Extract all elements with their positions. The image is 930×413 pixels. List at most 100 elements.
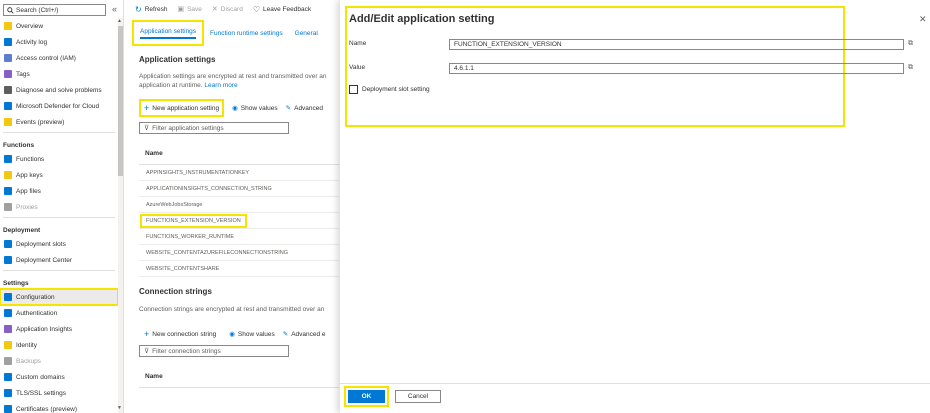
- filter-conn-strings-input[interactable]: ⊽ Filter connection strings: [139, 345, 289, 357]
- panel-footer-divider: [340, 383, 930, 384]
- sidebar-item-label: Overview: [16, 22, 44, 30]
- setting-name[interactable]: WEBSITE_CONTENTSHARE: [146, 266, 219, 272]
- sidebar-item-app-files[interactable]: App files: [0, 183, 118, 199]
- tab-general[interactable]: General: [289, 20, 324, 46]
- sidebar-item-certificates-preview[interactable]: Certificates (preview): [0, 401, 118, 413]
- sidebar-item-diagnose-and-solve-problems[interactable]: Diagnose and solve problems: [0, 82, 118, 98]
- table-row[interactable]: WEBSITE_CONTENTAZUREFILECONNECTIONSTRING: [139, 245, 339, 261]
- app-settings-description: Application settings are encrypted at re…: [139, 72, 339, 90]
- tab-function-runtime-settings[interactable]: Function runtime settings: [204, 20, 289, 46]
- settings-tabs: Application settings Function runtime se…: [132, 20, 324, 46]
- conn-strings-commandbar: + New connection string ◉ Show values ✎ …: [139, 327, 326, 341]
- setting-name[interactable]: FUNCTIONS_EXTENSION_VERSION: [140, 213, 247, 228]
- ok-button[interactable]: OK: [348, 390, 385, 403]
- deployment-slot-setting[interactable]: Deployment slot setting: [349, 85, 430, 94]
- sidebar-item-label: TLS/SSL settings: [16, 389, 66, 397]
- advanced-label: Advanced e: [291, 330, 326, 338]
- sidebar-item-tls-ssl-settings[interactable]: TLS/SSL settings: [0, 385, 118, 401]
- sidebar-item-identity[interactable]: Identity: [0, 337, 118, 353]
- setting-name[interactable]: APPLICATIONINSIGHTS_CONNECTION_STRING: [146, 186, 272, 192]
- table-row[interactable]: APPLICATIONINSIGHTS_CONNECTION_STRING: [139, 181, 339, 197]
- setting-name[interactable]: FUNCTIONS_WORKER_RUNTIME: [146, 234, 234, 240]
- lightbulb-icon: [4, 325, 12, 333]
- scrollbar-thumb[interactable]: [118, 26, 123, 176]
- setting-name[interactable]: WEBSITE_CONTENTAZUREFILECONNECTIONSTRING: [146, 250, 288, 256]
- refresh-label: Refresh: [144, 5, 168, 13]
- cancel-button[interactable]: Cancel: [395, 390, 441, 403]
- app-settings-commandbar: + New application setting ◉ Show values …: [139, 99, 323, 117]
- save-icon: ▣: [177, 6, 185, 13]
- sidebar-item-custom-domains[interactable]: Custom domains: [0, 369, 118, 385]
- section-divider: [3, 132, 115, 133]
- table-row[interactable]: AzureWebJobsStorage: [139, 197, 339, 213]
- table-row[interactable]: WEBSITE_CONTENTSHARE: [139, 261, 339, 277]
- sidebar-item-app-keys[interactable]: App keys: [0, 167, 118, 183]
- sidebar-item-microsoft-defender-for-cloud[interactable]: Microsoft Defender for Cloud: [0, 98, 118, 114]
- new-connection-string-button[interactable]: + New connection string: [139, 327, 221, 341]
- setting-name[interactable]: APPINSIGHTS_INSTRUMENTATIONKEY: [146, 170, 249, 176]
- key-icon: [4, 171, 12, 179]
- table-row[interactable]: APPINSIGHTS_INSTRUMENTATIONKEY: [139, 165, 339, 181]
- copy-icon[interactable]: ⧉: [908, 40, 913, 48]
- sidebar-item-backups[interactable]: Backups: [0, 353, 118, 369]
- sidebar-item-authentication[interactable]: Authentication: [0, 305, 118, 321]
- setting-name[interactable]: AzureWebJobsStorage: [146, 202, 202, 208]
- person-icon: [4, 309, 12, 317]
- search-placeholder: Search (Ctrl+/): [16, 6, 59, 14]
- learn-more-link[interactable]: Learn more: [204, 82, 237, 89]
- sidebar-nav: Overview Activity log Access control (IAM)…: [0, 18, 119, 413]
- tab-label: Application settings: [140, 28, 197, 39]
- conn-show-values-button[interactable]: ◉ Show values: [229, 330, 275, 339]
- sidebar-item-tags[interactable]: Tags: [0, 66, 118, 82]
- conn-advanced-edit-button[interactable]: ✎ Advanced e: [283, 330, 326, 339]
- sidebar-item-label: Diagnose and solve problems: [16, 86, 102, 94]
- section-heading: Deployment: [3, 227, 41, 234]
- new-application-setting-button[interactable]: + New application setting: [139, 99, 225, 117]
- filter-icon: ⊽: [144, 348, 150, 355]
- sidebar-item-access-control-iam[interactable]: Access control (IAM): [0, 50, 118, 66]
- save-button[interactable]: ▣ Save: [177, 5, 201, 14]
- sidebar-item-label: Access control (IAM): [16, 54, 76, 62]
- search-input[interactable]: Search (Ctrl+/): [3, 4, 106, 16]
- heart-icon: ♡: [252, 4, 261, 14]
- close-icon[interactable]: ✕: [919, 14, 927, 25]
- sidebar-item-proxies[interactable]: Proxies: [0, 199, 118, 215]
- sidebar-item-activity-log[interactable]: Activity log: [0, 34, 118, 50]
- table-row[interactable]: FUNCTIONS_WORKER_RUNTIME: [139, 229, 339, 245]
- sidebar-item-application-insights[interactable]: Application Insights: [0, 321, 118, 337]
- leave-feedback-button[interactable]: ♡ Leave Feedback: [253, 5, 311, 14]
- tab-application-settings[interactable]: Application settings: [132, 20, 205, 46]
- sidebar-item-events-preview[interactable]: Events (preview): [0, 114, 118, 130]
- people-icon: [4, 54, 12, 62]
- new-conn-label: New connection string: [152, 330, 217, 338]
- center-icon: [4, 256, 12, 264]
- table-row[interactable]: FUNCTIONS_EXTENSION_VERSION: [139, 213, 339, 229]
- backup-icon: [4, 357, 12, 365]
- sidebar-item-functions[interactable]: Functions: [0, 151, 118, 167]
- show-values-button[interactable]: ◉ Show values: [232, 104, 278, 113]
- sidebar-item-label: Custom domains: [16, 373, 65, 381]
- refresh-button[interactable]: ↻ Refresh: [135, 5, 167, 14]
- collapse-sidebar-button[interactable]: «: [112, 4, 117, 14]
- scroll-down-icon[interactable]: ▼: [117, 405, 122, 411]
- value-field[interactable]: 4.6.1.1: [449, 63, 904, 74]
- name-field[interactable]: FUNCTION_EXTENSION_VERSION: [449, 39, 904, 50]
- sidebar-item-label: Activity log: [16, 38, 48, 46]
- bolt-icon: [4, 118, 12, 126]
- advanced-label: Advanced: [294, 104, 324, 112]
- advanced-edit-button[interactable]: ✎ Advanced: [286, 104, 324, 113]
- sidebar-item-label: App keys: [16, 171, 43, 179]
- sidebar-item-configuration[interactable]: Configuration: [0, 288, 119, 306]
- configuration-icon: [4, 293, 12, 301]
- filter-app-settings-input[interactable]: ⊽ Filter application settings: [139, 122, 289, 134]
- sidebar-item-deployment-center[interactable]: Deployment Center: [0, 252, 118, 268]
- copy-icon[interactable]: ⧉: [908, 64, 913, 72]
- sidebar-item-deployment-slots[interactable]: Deployment slots: [0, 236, 118, 252]
- deployment-slot-checkbox[interactable]: [349, 85, 358, 94]
- scroll-up-icon[interactable]: ▲: [117, 18, 122, 24]
- discard-button[interactable]: ✕ Discard: [212, 5, 243, 14]
- sidebar-item-label: Authentication: [16, 309, 58, 317]
- sidebar-item-overview[interactable]: Overview: [0, 18, 118, 34]
- filter-icon: ⊽: [144, 125, 150, 132]
- slots-icon: [4, 240, 12, 248]
